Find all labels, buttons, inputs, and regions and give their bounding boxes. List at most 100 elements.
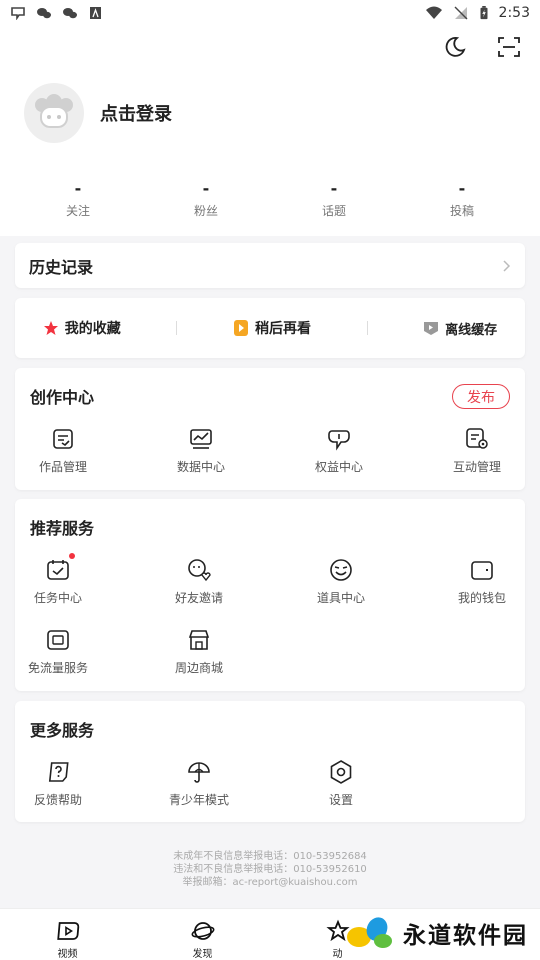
creation-center-card: 创作中心 发布 作品管理 数据中心 权益中心 互动管理: [15, 368, 525, 490]
rights-center-item[interactable]: 权益中心: [284, 426, 394, 475]
video-icon: [56, 922, 79, 940]
watch-later-label: 稍后再看: [254, 321, 311, 337]
report-phone-minors: 未成年不良信息举报电话：010-53952684: [173, 851, 367, 862]
report-phone-illegal: 违法和不良信息举报电话：010-53952610: [173, 864, 367, 875]
signal-off-icon: [454, 6, 468, 20]
divider: [366, 321, 368, 335]
stat-value: -: [74, 179, 82, 198]
item-label: 权益中心: [314, 460, 363, 474]
publish-button[interactable]: 发布: [452, 384, 510, 409]
watch-later-icon: [233, 320, 248, 336]
battery-charging-icon: [480, 6, 488, 20]
status-bar: 2:53: [0, 0, 540, 26]
more-services-card: 更多服务 反馈帮助 青少年模式 设置: [15, 701, 525, 822]
watermark-logo-icon: [347, 917, 392, 948]
clock: 2:53: [498, 5, 530, 21]
stat-topics[interactable]: - 话题: [279, 180, 389, 219]
wechat-icon: [37, 8, 51, 19]
tab-video[interactable]: 视频: [0, 909, 135, 960]
avatar[interactable]: [24, 83, 84, 143]
dark-mode-button[interactable]: [440, 32, 470, 62]
tab-label: 动: [332, 949, 343, 960]
divider: [176, 321, 178, 335]
watch-later-button[interactable]: 稍后再看: [233, 318, 311, 338]
item-label: 好友邀请: [174, 591, 223, 605]
default-avatar-icon: [35, 94, 73, 128]
wallet-icon: [471, 561, 493, 580]
login-label[interactable]: 点击登录: [100, 100, 172, 126]
props-center-item[interactable]: 道具中心: [286, 557, 396, 606]
item-label: 免流量服务: [27, 661, 88, 675]
mask-icon: [330, 559, 352, 581]
item-label: 我的钱包: [457, 591, 506, 605]
tab-label: 视频: [57, 949, 78, 960]
scan-icon: [498, 37, 520, 57]
feedback-help-item[interactable]: 反馈帮助: [3, 759, 113, 808]
umbrella-icon: [188, 762, 210, 783]
star-icon: [43, 321, 58, 335]
stat-label: 话题: [321, 204, 346, 218]
notification-icons: [10, 6, 104, 20]
item-label: 任务中心: [33, 591, 82, 605]
history-card[interactable]: 历史记录: [15, 243, 525, 288]
report-info: 未成年不良信息举报电话：010-53952684 违法和不良信息举报电话：010…: [0, 850, 540, 889]
item-label: 道具中心: [316, 591, 365, 605]
watermark: 永道软件园: [345, 915, 528, 951]
tab-label: 发现: [192, 949, 213, 960]
free-data-service-item[interactable]: 免流量服务: [3, 627, 113, 676]
report-email[interactable]: 举报邮箱：ac-report@kuaishou.com: [0, 876, 540, 889]
item-label: 作品管理: [38, 460, 87, 474]
stat-value: -: [458, 179, 466, 198]
watermark-text: 永道软件园: [403, 922, 528, 949]
stat-label: 关注: [65, 204, 90, 218]
offline-cache-icon: [424, 322, 439, 335]
item-label: 数据中心: [176, 460, 225, 474]
notification-dot: [69, 553, 75, 559]
font-icon: [90, 7, 101, 19]
help-icon: [48, 762, 69, 782]
stat-value: -: [202, 179, 210, 198]
offline-cache-label: 离线缓存: [445, 322, 498, 338]
stat-label: 粉丝: [193, 204, 218, 218]
my-wallet-item[interactable]: 我的钱包: [427, 557, 537, 606]
stats-row: - 关注 - 粉丝 - 话题 - 投稿: [14, 180, 526, 219]
chevron-right-icon: [503, 259, 511, 272]
scan-button[interactable]: [494, 32, 524, 62]
more-services-title: 更多服务: [30, 721, 95, 740]
quick-actions-card: 我的收藏 稍后再看 离线缓存: [15, 298, 525, 358]
moon-icon: [445, 37, 466, 57]
creation-center-title: 创作中心: [30, 388, 95, 407]
login-entry[interactable]: 点击登录: [24, 83, 172, 143]
item-label: 周边商城: [174, 661, 223, 675]
stat-value: -: [330, 179, 338, 198]
item-label: 设置: [328, 793, 353, 807]
interaction-icon: [466, 428, 488, 449]
favorites-button[interactable]: 我的收藏: [43, 318, 121, 338]
offline-cache-button[interactable]: 离线缓存: [423, 319, 497, 338]
data-center-item[interactable]: 数据中心: [146, 426, 256, 475]
app-notification-icon: [11, 7, 25, 20]
item-label: 反馈帮助: [33, 793, 82, 807]
sim-card-icon: [47, 630, 69, 650]
recommended-services-card: 推荐服务 任务中心 好友邀请 道具中心 我的钱包 免流量服务 周边商城: [15, 499, 525, 691]
chart-icon: [190, 429, 212, 449]
planet-icon: [191, 922, 214, 940]
wechat-icon: [63, 8, 77, 19]
interaction-management-item[interactable]: 互动管理: [422, 426, 532, 475]
favorites-label: 我的收藏: [64, 321, 121, 337]
settings-item[interactable]: 设置: [286, 759, 396, 808]
task-center-item[interactable]: 任务中心: [3, 553, 113, 606]
calendar-icon: [47, 560, 69, 580]
stat-fans[interactable]: - 粉丝: [151, 180, 261, 219]
invite-friend-icon: [188, 559, 211, 582]
works-management-item[interactable]: 作品管理: [8, 426, 118, 475]
merch-store-item[interactable]: 周边商城: [144, 627, 254, 676]
rights-icon: [328, 430, 350, 451]
stat-label: 投稿: [449, 204, 474, 218]
document-icon: [53, 429, 73, 449]
stat-submissions[interactable]: - 投稿: [407, 180, 517, 219]
teen-mode-item[interactable]: 青少年模式: [144, 759, 254, 808]
stat-following[interactable]: - 关注: [23, 180, 133, 219]
tab-discover[interactable]: 发现: [135, 909, 270, 960]
friend-invite-item[interactable]: 好友邀请: [144, 557, 254, 606]
